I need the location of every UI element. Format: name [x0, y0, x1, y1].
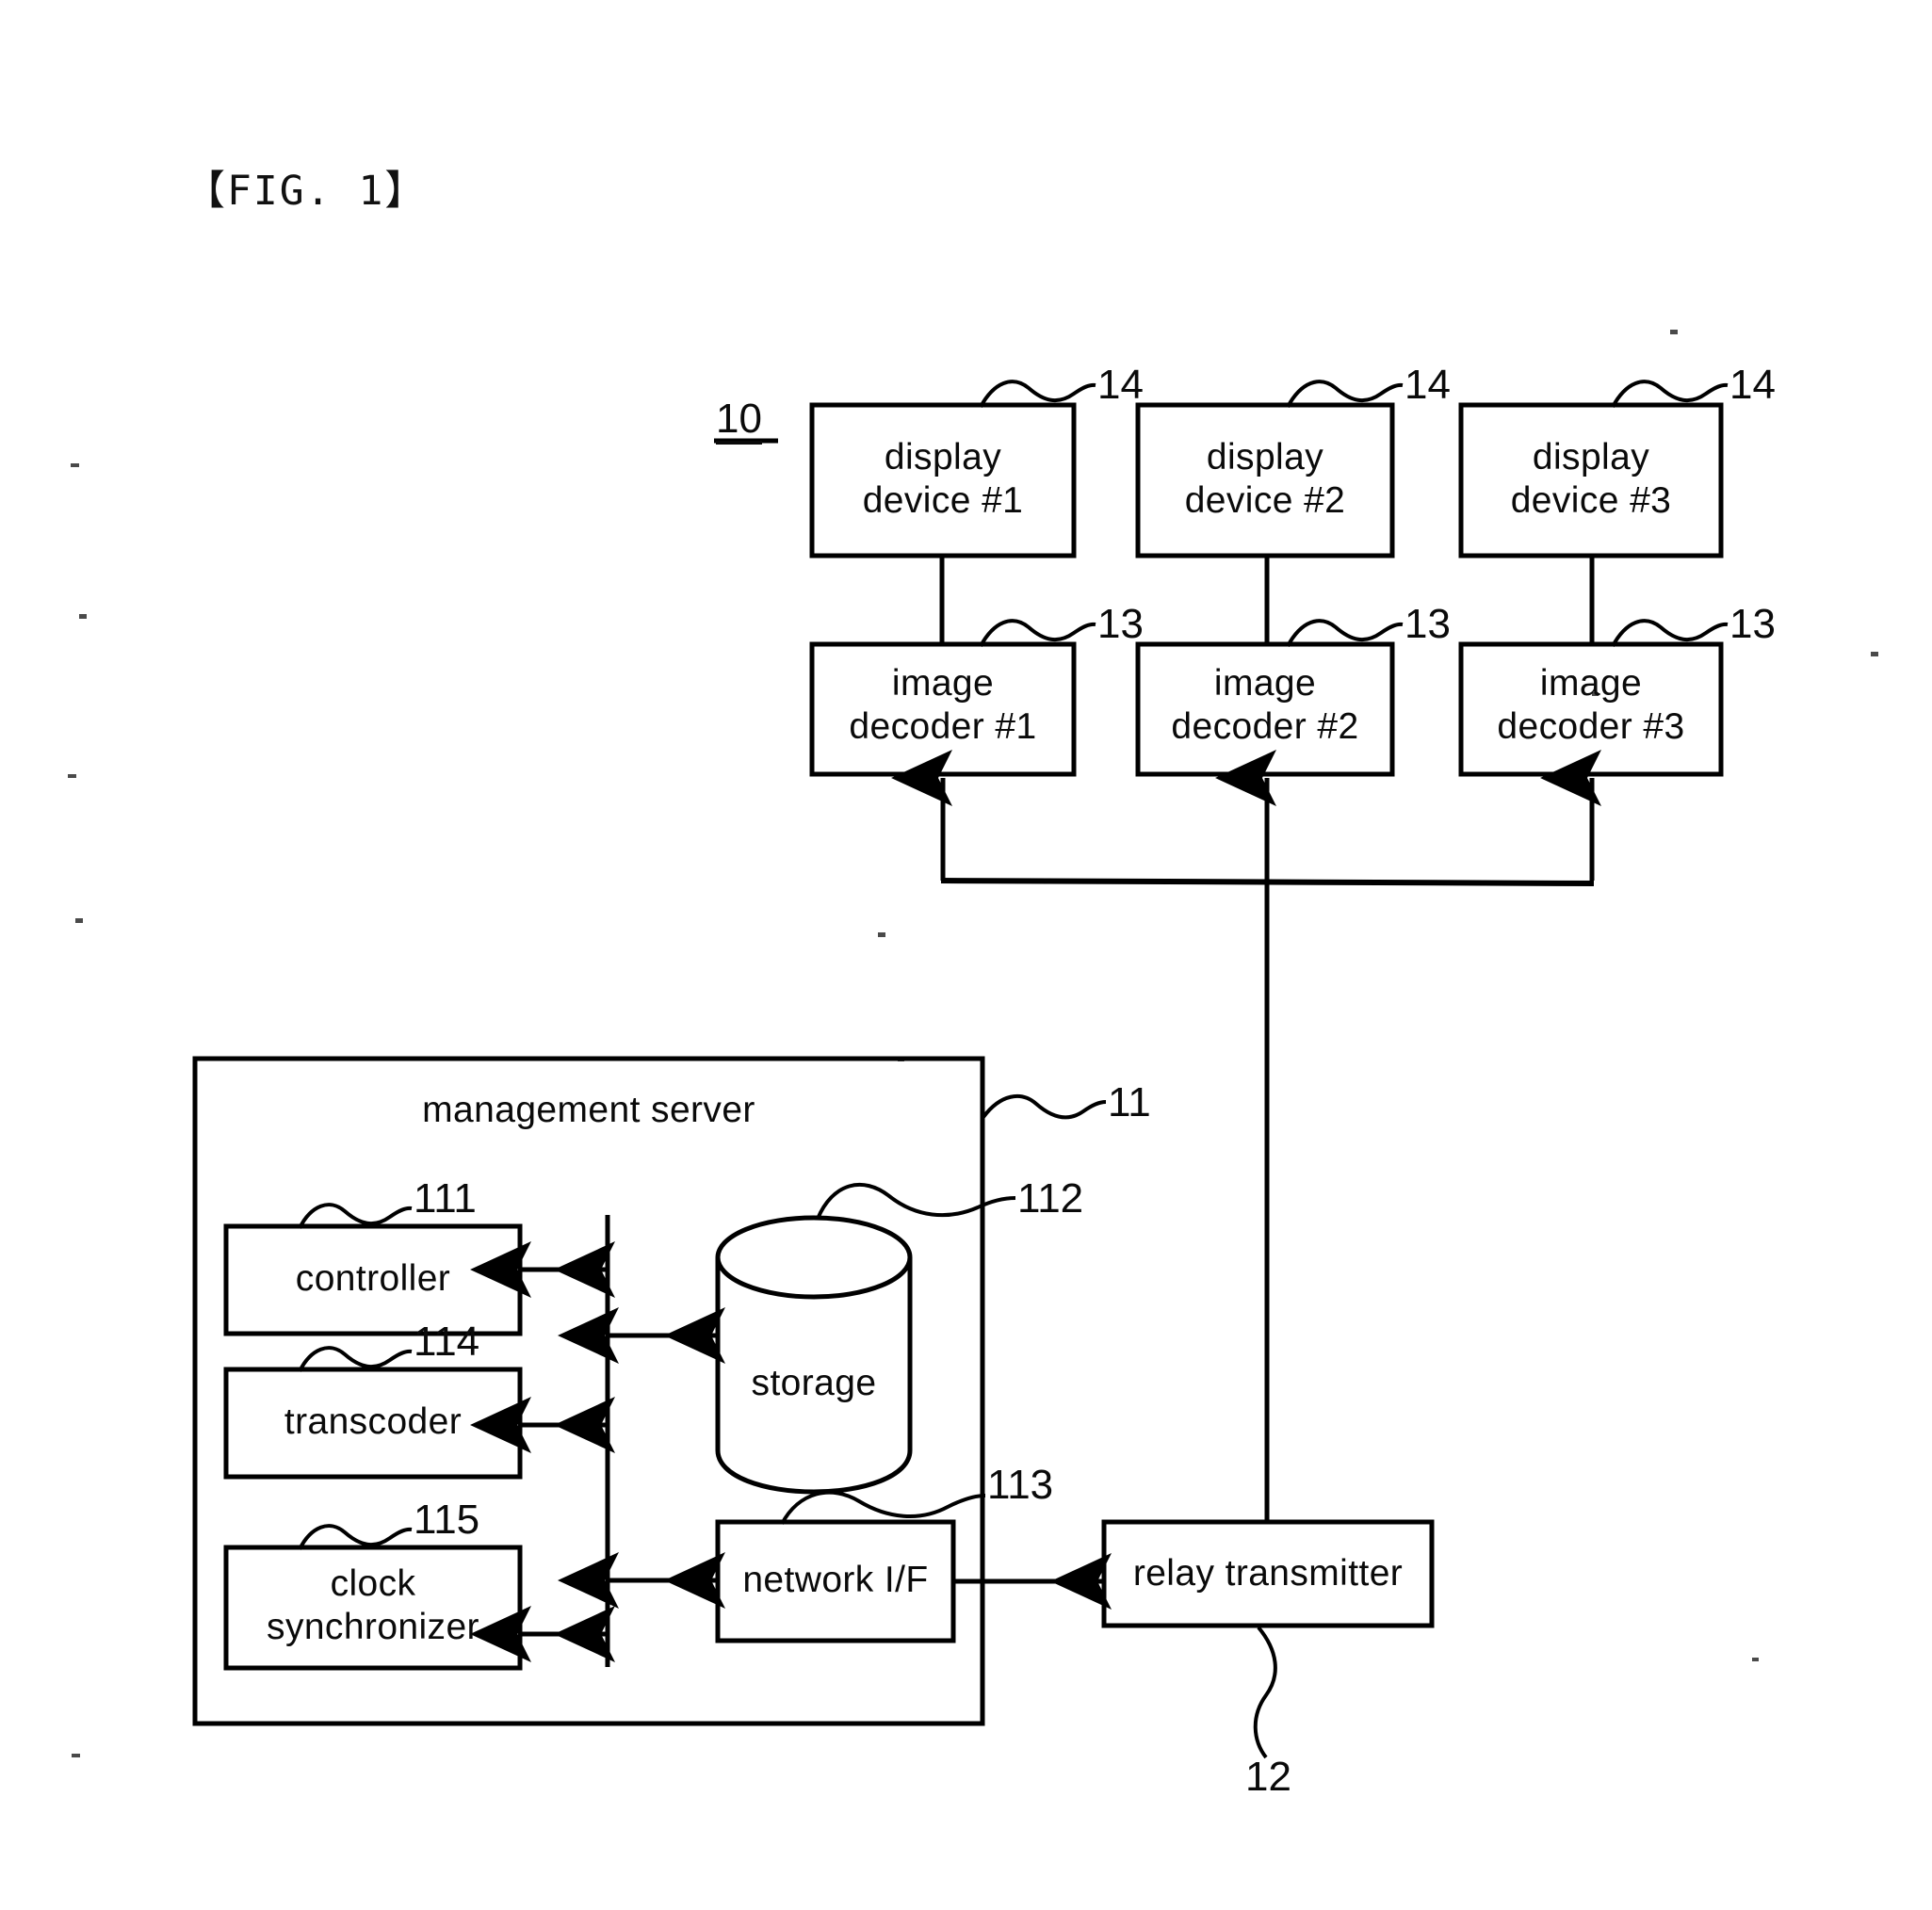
ref-system-10: 10: [716, 396, 762, 442]
ref-network-if-113: 113: [987, 1462, 1054, 1508]
figure-canvas: 【FIG. 1】 display device #1 display devic…: [0, 0, 1932, 1910]
ref-management-server-11: 11: [1108, 1079, 1151, 1125]
ref-controller-111: 111: [414, 1175, 477, 1222]
ref-storage-112: 112: [1017, 1175, 1084, 1222]
ref-clock-synchronizer-115: 115: [414, 1497, 480, 1543]
ref-transcoder-114: 114: [414, 1319, 480, 1365]
ref-decoder-13-c: 13: [1729, 601, 1776, 647]
ref-decoder-13-b: 13: [1404, 601, 1451, 647]
diagram-lines: [68, 330, 1878, 1759]
ref-display-14-a: 14: [1097, 362, 1144, 408]
ref-display-14-b: 14: [1404, 362, 1451, 408]
ref-display-14-c: 14: [1729, 362, 1776, 408]
ref-decoder-13-a: 13: [1097, 601, 1144, 647]
ref-relay-transmitter-12: 12: [1245, 1754, 1291, 1800]
